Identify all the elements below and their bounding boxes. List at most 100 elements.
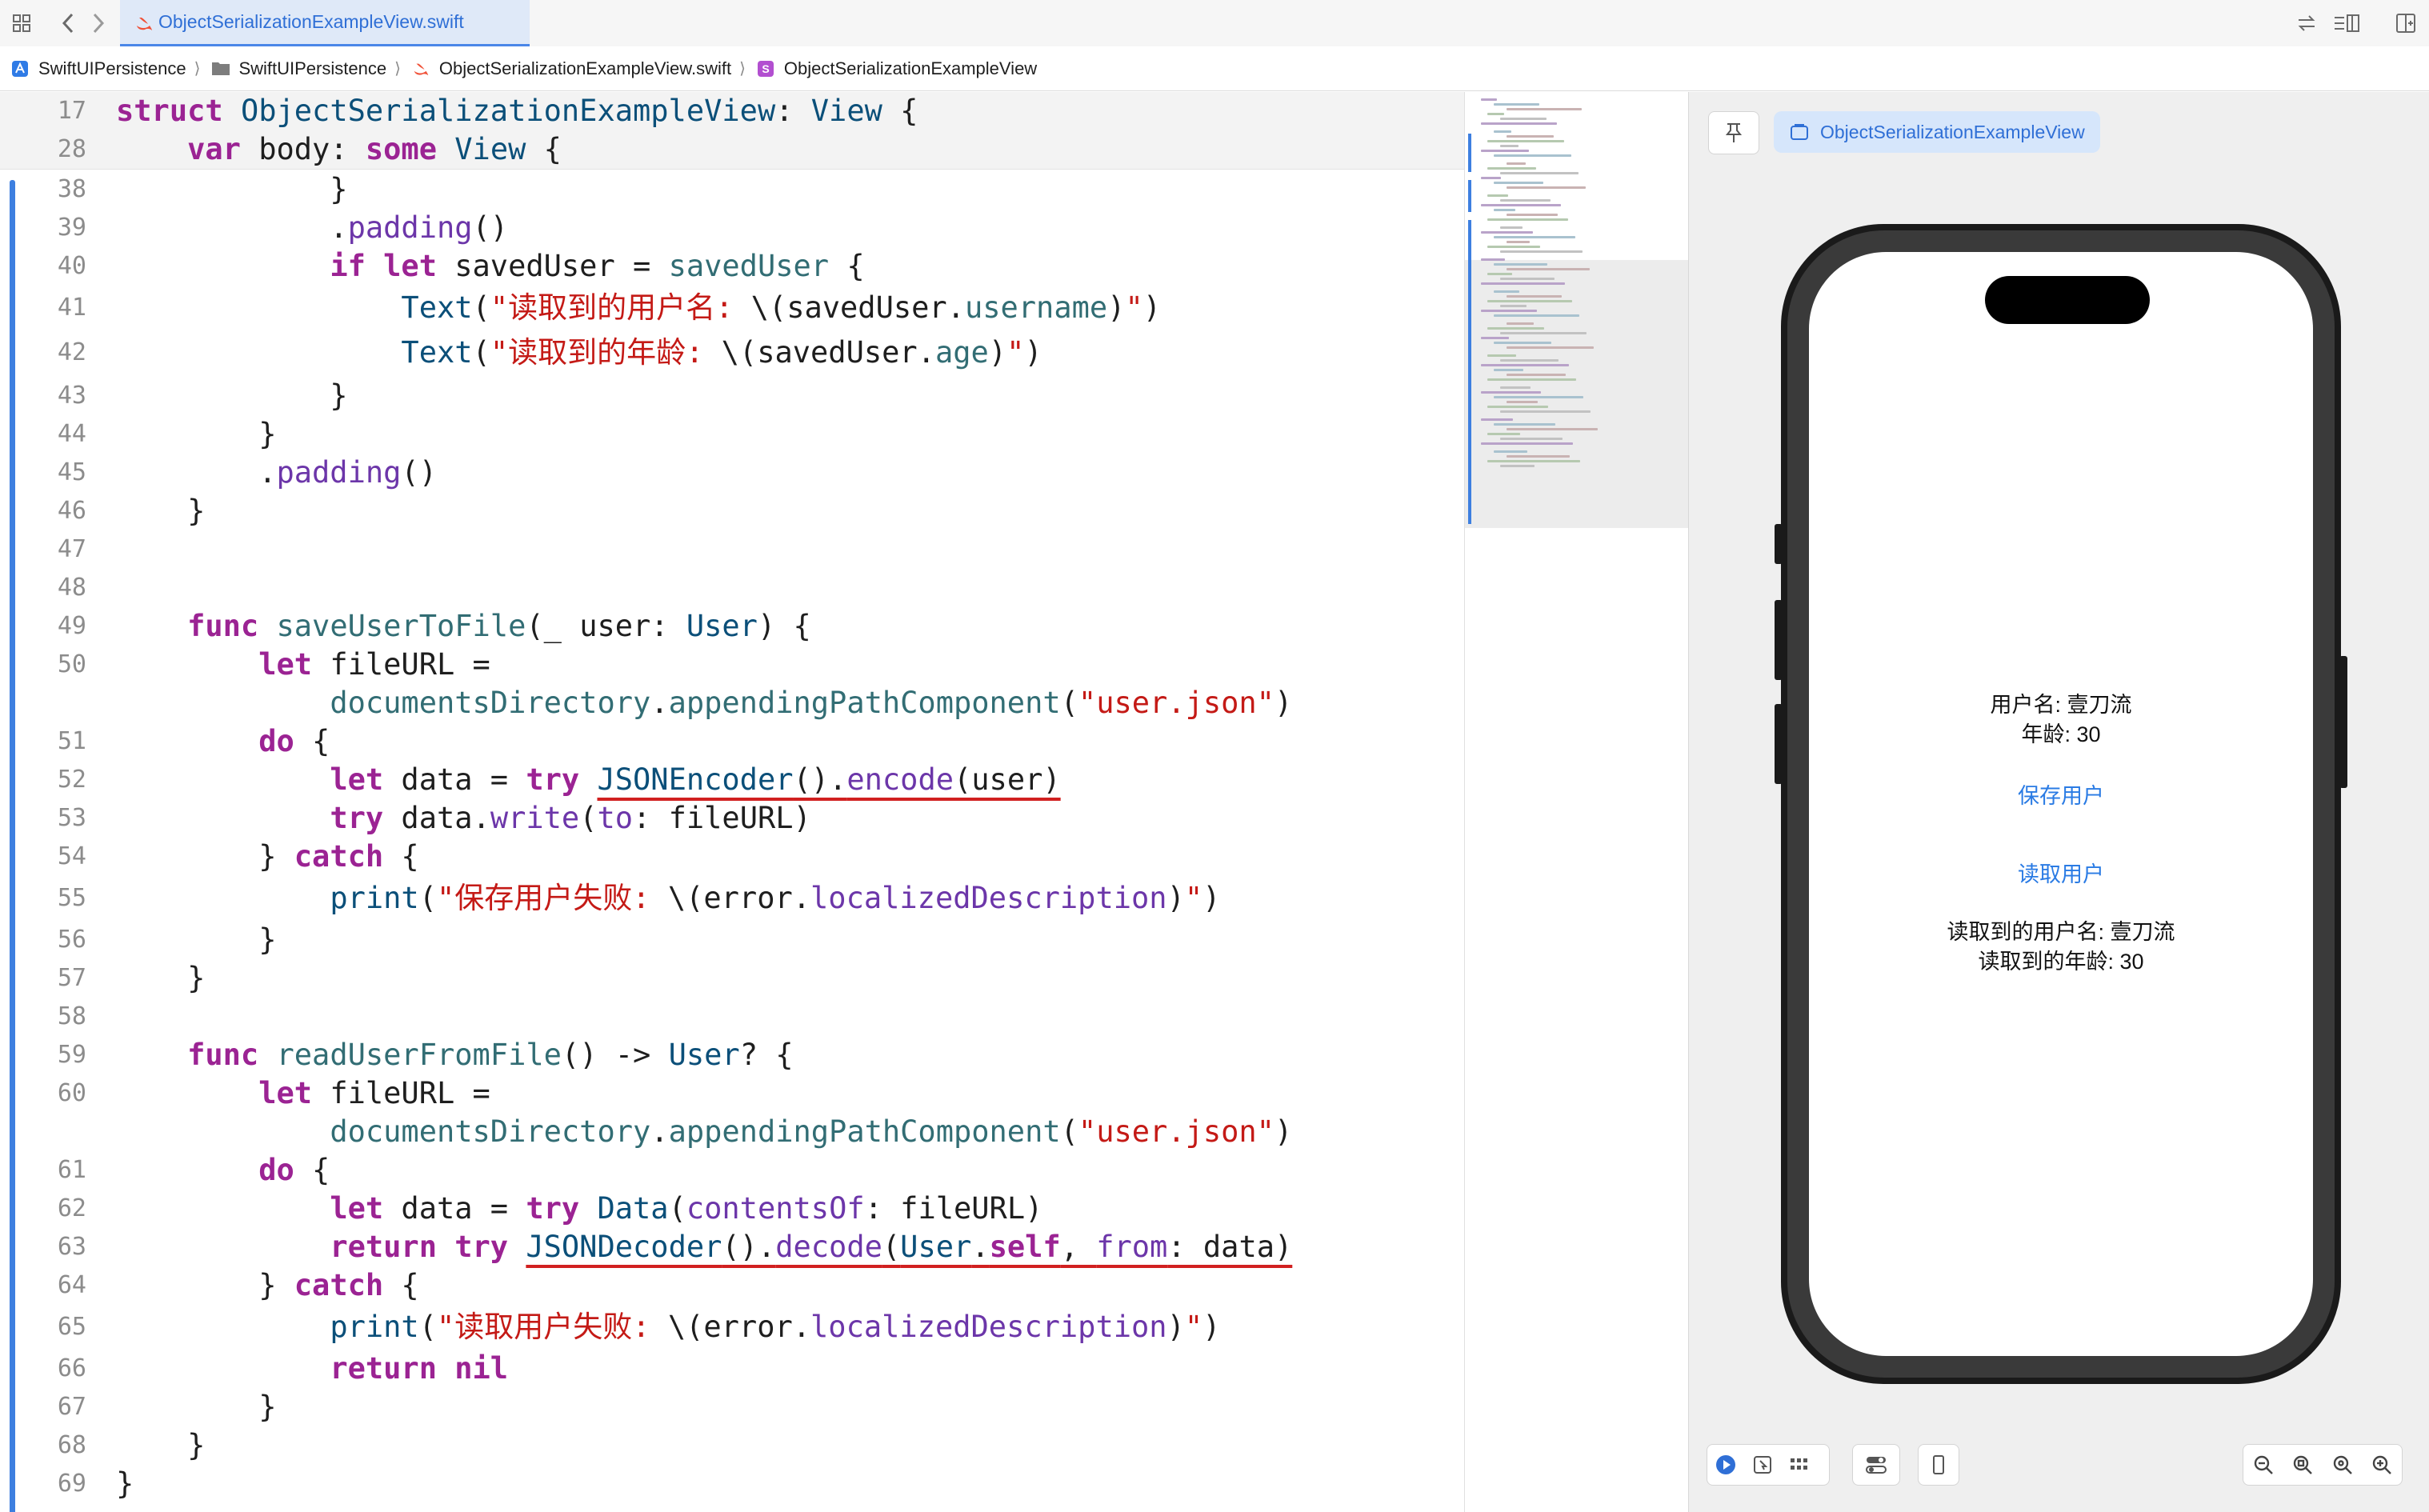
code-line[interactable]: 68 }: [0, 1426, 1464, 1465]
back-icon[interactable]: [54, 10, 82, 37]
code-token: ): [1274, 1114, 1293, 1149]
zoom-in-button[interactable]: [2363, 1446, 2400, 1483]
device-selector-button[interactable]: [1918, 1444, 1959, 1486]
code-token: }: [116, 172, 348, 206]
code-line[interactable]: 69}: [0, 1465, 1464, 1503]
tab-label: ObjectSerializationExampleView.swift: [158, 11, 464, 32]
variants-button[interactable]: [1781, 1446, 1818, 1483]
zoom-to-fit-button[interactable]: [2284, 1446, 2321, 1483]
code-line[interactable]: 66 return nil: [0, 1350, 1464, 1388]
inspector-list-icon[interactable]: [2333, 10, 2360, 37]
code-token: ): [988, 335, 1007, 370]
code-token: \(error.: [667, 881, 811, 915]
line-number: 63: [57, 1233, 86, 1261]
code-line[interactable]: 44 }: [0, 415, 1464, 454]
code-line[interactable]: 54 } catch {: [0, 838, 1464, 876]
minimap-line: [1500, 386, 1531, 389]
code-line[interactable]: 50 let fileURL =: [0, 646, 1464, 684]
code-line[interactable]: 42 Text("读取到的年龄: \(savedUser.age)"): [0, 334, 1464, 372]
preview-view-selector[interactable]: ObjectSerializationExampleView: [1774, 111, 2100, 153]
code-line[interactable]: 53 try data.write(to: fileURL): [0, 799, 1464, 838]
code-line[interactable]: 45 .padding(): [0, 454, 1464, 492]
code-text: let data = try Data(contentsOf: fileURL): [116, 1190, 1042, 1228]
forward-icon[interactable]: [85, 10, 112, 37]
minimap-line: [1487, 433, 1520, 435]
live-mode-button[interactable]: [1707, 1446, 1744, 1483]
code-line[interactable]: 46 }: [0, 492, 1464, 530]
code-text: }: [116, 1465, 134, 1503]
code-line[interactable]: 59 func readUserFromFile() -> User? {: [0, 1036, 1464, 1074]
code-line[interactable]: documentsDirectory.appendingPathComponen…: [0, 684, 1464, 722]
zoom-actual-size-button[interactable]: [2324, 1446, 2361, 1483]
code-token: }: [116, 1466, 134, 1501]
zoom-out-icon: [2254, 1455, 2273, 1474]
code-line[interactable]: 60 let fileURL =: [0, 1074, 1464, 1113]
tab-active-file[interactable]: ObjectSerializationExampleView.swift: [120, 0, 530, 46]
age-text: 年龄: 30: [2021, 722, 2101, 746]
minimap-line: [1507, 346, 1594, 349]
zoom-out-button[interactable]: [2245, 1446, 2282, 1483]
code-token: }: [116, 961, 206, 995]
highlight-underline: JSONDecoder().decode(User.self, from: da…: [526, 1230, 1292, 1264]
minimap-line: [1487, 378, 1576, 381]
minimap-change-bar: [1468, 220, 1471, 524]
add-editor-icon[interactable]: [2392, 10, 2419, 37]
breadcrumb-label: SwiftUIPersistence: [238, 58, 387, 78]
line-number: 67: [57, 1393, 86, 1421]
code-editor[interactable]: 17 struct ObjectSerializationExampleView:…: [0, 92, 1464, 1512]
minimap-line: [1481, 258, 1505, 261]
line-number: 28: [57, 135, 86, 163]
code-line[interactable]: 40 if let savedUser = savedUser {: [0, 247, 1464, 286]
read-age-text: 读取到的年龄: 30: [1978, 950, 2144, 974]
code-line[interactable]: 51 do {: [0, 722, 1464, 761]
pin-preview-button[interactable]: [1708, 111, 1759, 154]
breadcrumb-project[interactable]: SwiftUIPersistence ⟩: [11, 58, 200, 79]
code-line[interactable]: 63 return try JSONDecoder().decode(User.…: [0, 1228, 1464, 1266]
line-number: 57: [57, 964, 86, 992]
minimap-line: [1507, 108, 1582, 110]
breadcrumb-file[interactable]: ObjectSerializationExampleView.swift ⟩: [412, 58, 746, 79]
code-line[interactable]: 43 }: [0, 377, 1464, 415]
code-line[interactable]: 38 }: [0, 170, 1464, 209]
device-settings-button[interactable]: [1852, 1444, 1900, 1486]
line-number: 51: [57, 727, 86, 755]
code-line[interactable]: 55 print("保存用户失败: \(error.localizedDescr…: [0, 879, 1464, 918]
minimap-line: [1500, 145, 1519, 147]
read-user-button[interactable]: 读取用户: [1809, 860, 2313, 889]
volume-down-button: [1775, 704, 1783, 784]
code-line[interactable]: 65 print("读取用户失败: \(error.localizedDescr…: [0, 1308, 1464, 1346]
minimap[interactable]: [1464, 92, 1689, 1512]
code-line[interactable]: 48: [0, 569, 1464, 607]
selectable-mode-button[interactable]: [1744, 1446, 1781, 1483]
code-line[interactable]: 67 }: [0, 1388, 1464, 1426]
code-line[interactable]: 49 func saveUserToFile(_ user: User) {: [0, 607, 1464, 646]
code-line[interactable]: 52 let data = try JSONEncoder().encode(u…: [0, 761, 1464, 799]
breadcrumb-symbol[interactable]: S ObjectSerializationExampleView: [757, 58, 1037, 79]
code-token: (_ user:: [526, 609, 686, 643]
minimap-line: [1507, 241, 1530, 243]
code-line[interactable]: 57 }: [0, 959, 1464, 998]
code-line[interactable]: documentsDirectory.appendingPathComponen…: [0, 1113, 1464, 1151]
code-line[interactable]: 56 }: [0, 921, 1464, 959]
code-line[interactable]: 41 Text("读取到的用户名: \(savedUser.username)"…: [0, 289, 1464, 327]
line-number: 48: [57, 574, 86, 602]
code-token: body:: [258, 132, 366, 166]
code-line[interactable]: 61 do {: [0, 1151, 1464, 1190]
code-line[interactable]: 62 let data = try Data(contentsOf: fileU…: [0, 1190, 1464, 1228]
grid-icon[interactable]: [8, 10, 35, 37]
breadcrumb-folder[interactable]: SwiftUIPersistence ⟩: [211, 58, 401, 79]
save-user-button[interactable]: 保存用户: [1809, 782, 2313, 810]
code-token: documentsDirectory: [330, 686, 651, 720]
code-token: appendingPathComponent: [668, 686, 1061, 720]
code-line[interactable]: 28 var body: some View {: [0, 130, 1464, 169]
breadcrumb-label: ObjectSerializationExampleView.swift: [438, 58, 732, 78]
code-token: appendingPathComponent: [668, 1114, 1061, 1149]
line-number: 69: [57, 1470, 86, 1498]
code-line[interactable]: 47: [0, 530, 1464, 569]
code-line[interactable]: 39 .padding(): [0, 209, 1464, 247]
related-items-icon[interactable]: [2293, 10, 2320, 37]
code-line[interactable]: 17 struct ObjectSerializationExampleView:…: [0, 92, 1464, 130]
code-line[interactable]: 58: [0, 998, 1464, 1036]
code-token: (): [472, 210, 509, 245]
code-line[interactable]: 64 } catch {: [0, 1266, 1464, 1305]
